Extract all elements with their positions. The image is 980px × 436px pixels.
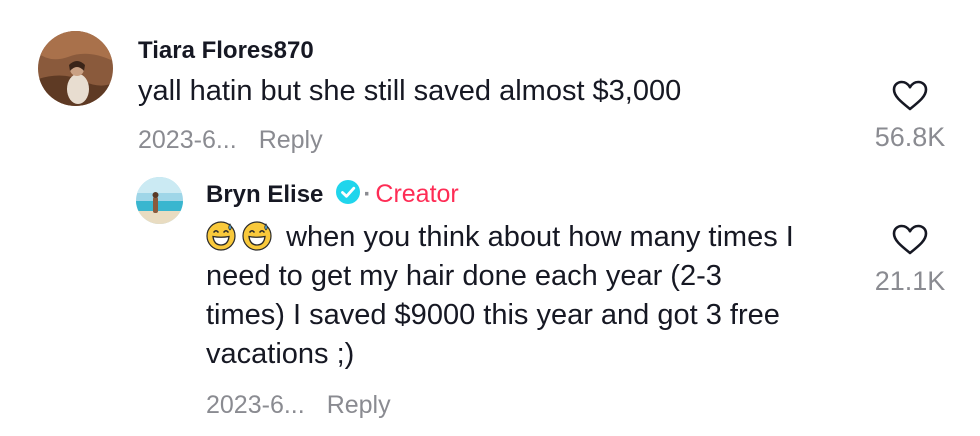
- comment-date: 2023-6...: [138, 126, 237, 154]
- comment-meta: 2023-6... Reply: [138, 125, 323, 155]
- reply-text-line: need to get my hair done each year (2-3: [206, 260, 722, 292]
- user-avatar[interactable]: [38, 31, 113, 106]
- heart-icon[interactable]: [892, 80, 928, 112]
- comment-text: yall hatin but she still saved almost $3…: [138, 75, 682, 107]
- reply-username[interactable]: Bryn Elise: [206, 180, 323, 210]
- reply-text-line: when you think about how many times I: [286, 221, 794, 253]
- heart-icon[interactable]: [892, 224, 928, 256]
- grinning-sweat-emoji: [206, 221, 236, 251]
- reply-meta: 2023-6... Reply: [206, 390, 391, 420]
- creator-avatar[interactable]: [136, 177, 183, 224]
- reply-text: when you think about how many times I ne…: [206, 218, 866, 374]
- reply-date: 2023-6...: [206, 391, 305, 419]
- reply-like-button[interactable]: 21.1K: [855, 224, 965, 296]
- reply-text-line: times) I saved $9000 this year and got 3…: [206, 299, 780, 331]
- reply-button[interactable]: Reply: [327, 391, 391, 419]
- like-count: 21.1K: [874, 266, 946, 296]
- like-count: 56.8K: [874, 122, 946, 152]
- separator-dot: ·: [363, 180, 372, 208]
- verified-check-icon: [335, 179, 361, 210]
- reply-header: Bryn Elise · Creator: [206, 179, 459, 210]
- creator-badge: Creator: [375, 180, 459, 208]
- like-button[interactable]: 56.8K: [855, 80, 965, 152]
- reply-line: when you think about how many times I: [206, 218, 866, 257]
- grinning-sweat-emoji: [242, 221, 272, 251]
- comment-username[interactable]: Tiara Flores870: [138, 36, 314, 66]
- reply-button[interactable]: Reply: [259, 126, 323, 154]
- reply-text-line: vacations ;): [206, 338, 355, 370]
